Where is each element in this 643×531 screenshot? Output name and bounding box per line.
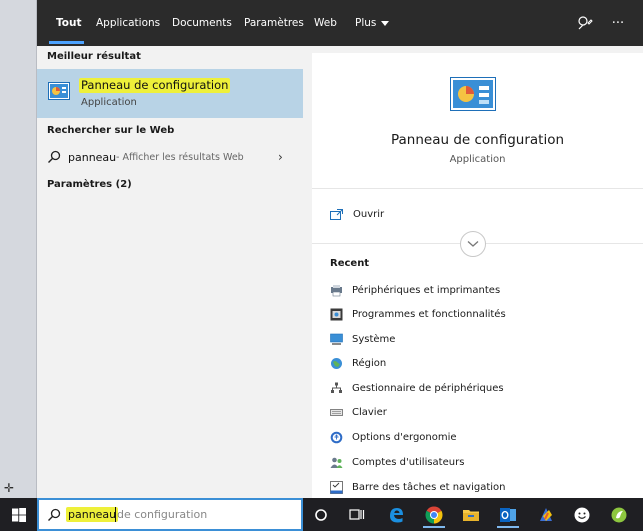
results-list: Meilleur résultat Panneau de configurati…: [37, 46, 303, 498]
active-app-indicator: [497, 526, 519, 528]
active-app-indicator: [423, 526, 445, 528]
web-hint: - Afficher les résultats Web: [116, 152, 244, 163]
taskbar-navigation-icon: [330, 480, 343, 494]
tab-documents[interactable]: Documents: [172, 15, 232, 31]
caret-down-icon: [381, 21, 390, 26]
recent-item-label: Options d'ergonomie: [352, 431, 457, 443]
recent-item-label: Comptes d'utilisateurs: [352, 456, 465, 468]
open-icon: [330, 208, 343, 220]
best-match-header: Meilleur résultat: [47, 51, 141, 62]
keyboard-icon: [330, 408, 343, 416]
taskbar-search-box[interactable]: panneau de configuration: [37, 498, 303, 531]
tab-applications[interactable]: Applications: [96, 15, 160, 31]
device-manager-icon: [331, 382, 342, 393]
settings-header[interactable]: Paramètres (2): [47, 179, 132, 190]
active-tab-indicator: [49, 41, 84, 44]
web-search-result[interactable]: panneau - Afficher les résultats Web ›: [37, 145, 303, 171]
search-filter-bar: Tout Applications Documents Paramètres W…: [37, 0, 643, 46]
outlook-icon[interactable]: [495, 502, 521, 528]
move-icon: ✛: [4, 481, 15, 495]
system-icon: [330, 333, 343, 345]
search-suggestion: de configuration: [117, 508, 208, 521]
devices-printers-icon: [331, 284, 342, 296]
chrome-icon[interactable]: [421, 502, 447, 528]
control-panel-icon: [48, 82, 70, 100]
preview-subtitle: Application: [449, 154, 506, 165]
file-explorer-icon[interactable]: [458, 502, 484, 528]
feedback-icon[interactable]: [575, 13, 595, 33]
recent-item[interactable]: Options d'ergonomie: [330, 428, 457, 446]
search-icon: [48, 150, 61, 163]
web-search-header: Rechercher sur le Web: [47, 125, 175, 136]
recent-item[interactable]: Programmes et fonctionnalités: [330, 305, 506, 323]
recent-item[interactable]: Région: [330, 354, 386, 372]
tab-all[interactable]: Tout: [56, 15, 81, 31]
app-icon[interactable]: [533, 502, 559, 528]
web-query: panneau: [68, 151, 117, 164]
open-label: Ouvrir: [353, 208, 385, 220]
taskbar: panneau de configuration: [0, 498, 643, 531]
recent-item[interactable]: Périphériques et imprimantes: [330, 281, 500, 299]
preview-title: Panneau de configuration: [390, 132, 565, 148]
control-panel-large-icon: [450, 77, 496, 111]
programs-features-icon: [330, 308, 343, 320]
desktop-strip: ✛: [0, 0, 37, 498]
recent-item[interactable]: Comptes d'utilisateurs: [330, 453, 464, 471]
divider: [312, 188, 643, 189]
search-icon: [48, 508, 61, 521]
open-action[interactable]: Ouvrir: [330, 205, 384, 223]
recent-item[interactable]: Gestionnaire de périphériques: [330, 379, 504, 397]
edge-icon[interactable]: [383, 502, 409, 528]
tab-more[interactable]: Plus: [355, 15, 390, 31]
expand-button[interactable]: [460, 231, 486, 257]
best-match-item[interactable]: Panneau de configuration Application: [37, 69, 303, 118]
smiley-icon[interactable]: [569, 502, 595, 528]
recent-item[interactable]: Barre des tâches et navigation: [330, 478, 506, 496]
best-match-subtitle: Application: [81, 97, 137, 108]
recent-item[interactable]: Système: [330, 330, 395, 348]
start-button[interactable]: [0, 498, 37, 531]
chevron-down-icon: [467, 241, 479, 247]
user-accounts-icon: [330, 457, 343, 468]
tab-settings[interactable]: Paramètres: [244, 15, 304, 31]
recent-item[interactable]: Clavier: [330, 403, 387, 421]
recent-header: Recent: [330, 258, 370, 269]
text-cursor: [115, 507, 116, 522]
ease-of-access-icon: [330, 431, 343, 443]
recent-item-label: Périphériques et imprimantes: [352, 284, 501, 296]
search-input-text: panneau: [66, 507, 119, 522]
region-icon: [331, 357, 342, 369]
task-view-icon[interactable]: [344, 502, 370, 528]
recent-item-label: Gestionnaire de périphériques: [352, 382, 504, 394]
tab-web[interactable]: Web: [314, 15, 337, 31]
recent-item-label: Barre des tâches et navigation: [352, 481, 506, 493]
recent-item-label: Région: [352, 357, 387, 369]
recent-item-label: Clavier: [352, 406, 387, 418]
recent-item-label: Programmes et fonctionnalités: [352, 308, 506, 320]
green-app-icon[interactable]: [606, 502, 632, 528]
windows-logo-icon: [11, 507, 26, 522]
recent-item-label: Système: [352, 333, 396, 345]
best-match-title: Panneau de configuration: [79, 78, 231, 93]
search-panel: Tout Applications Documents Paramètres W…: [37, 0, 643, 498]
cortana-icon[interactable]: [308, 502, 334, 528]
result-preview: Panneau de configuration Application Ouv…: [312, 53, 643, 498]
chevron-right-icon: ›: [278, 150, 283, 164]
more-options-icon[interactable]: ···: [608, 13, 628, 33]
tab-more-label: Plus: [355, 17, 377, 29]
